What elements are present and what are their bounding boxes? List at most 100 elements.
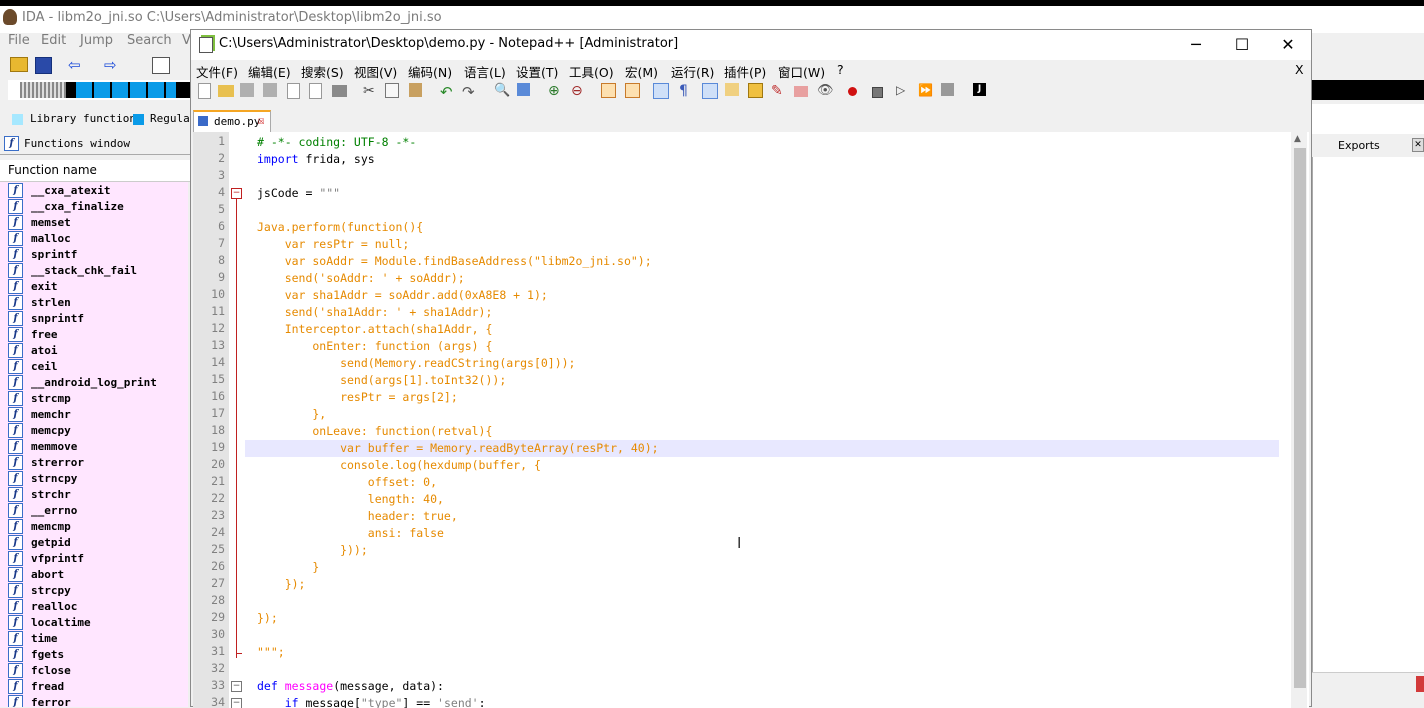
binary-view-icon[interactable] [152,57,170,74]
menu-language[interactable]: 语言(L) [464,62,506,81]
code-line[interactable]: var resPtr = null; [257,236,410,253]
sync-vertical-icon[interactable] [601,83,616,98]
save-all-icon[interactable] [263,83,277,97]
minimize-icon[interactable]: ─ [1173,30,1219,60]
code-line[interactable]: } [257,559,319,576]
menu-help[interactable]: ? [837,62,844,77]
menu-edit[interactable]: 编辑(E) [248,62,291,81]
word-wrap-icon[interactable] [653,83,669,99]
list-item[interactable]: f memset [0,214,188,230]
menu-tools[interactable]: 工具(O) [569,62,614,81]
close-icon[interactable]: ✕ [1412,138,1424,152]
list-item[interactable]: f getpid [0,534,188,550]
code-line[interactable]: })); [257,542,368,559]
redo-icon[interactable]: ↷ [462,83,478,101]
code-line[interactable]: def message(message, data): [257,678,444,695]
list-item[interactable]: f realloc [0,598,188,614]
list-item[interactable]: f strlen [0,294,188,310]
function-list-icon[interactable]: ✎ [771,83,787,99]
code-line[interactable]: jsCode = """ [257,185,340,202]
code-line[interactable]: var sha1Addr = soAddr.add(0xA8E8 + 1); [257,287,548,304]
maximize-icon[interactable]: ☐ [1219,30,1265,60]
functions-window-tab[interactable]: f Functions window [0,134,190,155]
list-item[interactable]: f exit [0,278,188,294]
back-arrow-icon[interactable]: ⇦ [68,56,81,74]
code-line[interactable]: send(Memory.readCString(args[0])); [257,355,575,372]
menu-file[interactable]: 文件(F) [196,62,238,81]
list-item[interactable]: f strcpy [0,582,188,598]
list-item[interactable]: f fread [0,678,188,694]
code-line[interactable]: }); [257,610,278,627]
code-area[interactable]: # -*- coding: UTF-8 -*- import frida, sys… [245,132,1291,708]
list-item[interactable]: f sprintf [0,246,188,262]
new-file-icon[interactable] [198,83,211,99]
forward-arrow-icon[interactable]: ⇨ [104,56,117,74]
list-item[interactable]: f __stack_chk_fail [0,262,188,278]
close-icon[interactable] [1416,676,1424,692]
code-line[interactable]: onEnter: function (args) { [257,338,492,355]
list-item[interactable]: f strncpy [0,470,188,486]
save-icon[interactable] [35,57,52,74]
fold-toggle-icon[interactable]: − [231,681,242,692]
code-line[interactable]: length: 40, [257,491,444,508]
code-editor[interactable]: 1 2 3 4 5 6 7 8 9 10 11 12 13 14 15 16 17 18 19 20 21 22 23 24 2… [193,132,1309,708]
list-item[interactable]: f memcpy [0,422,188,438]
list-item[interactable]: f strcmp [0,390,188,406]
code-line[interactable]: send('soAddr: ' + soAddr); [257,270,465,287]
record-macro-icon[interactable] [848,87,857,96]
list-item[interactable]: f atoi [0,342,188,358]
code-line[interactable]: """; [257,644,285,661]
code-line[interactable]: var buffer = Memory.readByteArray(resPtr… [257,440,659,457]
code-line[interactable]: Interceptor.attach(sha1Addr, { [257,321,493,338]
doc-map-icon[interactable] [748,83,763,98]
menu-plugins[interactable]: 插件(P) [724,62,766,81]
fold-margin[interactable]: − − − [229,132,245,708]
tab-demo-py[interactable]: demo.py ☒ [193,110,271,132]
code-line[interactable]: send(args[1].toInt32()); [257,372,506,389]
monitoring-icon[interactable]: 👁 [817,83,834,99]
function-name-column-header[interactable]: Function name [0,160,190,182]
copy-icon[interactable] [385,83,399,98]
list-item[interactable]: f fgets [0,646,188,662]
list-item[interactable]: f free [0,326,188,342]
list-item[interactable]: f __errno [0,502,188,518]
open-file-icon[interactable] [218,85,234,97]
open-folder-icon[interactable] [10,57,28,72]
code-line[interactable]: import frida, sys [257,151,375,168]
print-icon[interactable] [332,85,347,97]
code-line[interactable]: send('sha1Addr: ' + sha1Addr); [257,304,493,321]
close-tab-icon[interactable]: ☒ [258,114,265,127]
code-line[interactable]: if message["type"] == 'send': [257,695,486,708]
menu-run[interactable]: 运行(R) [671,62,714,81]
list-item[interactable]: f memchr [0,406,188,422]
close-document-button[interactable]: X [1295,62,1304,77]
code-line[interactable]: onLeave: function(retval){ [257,423,492,440]
ida-menu-edit[interactable]: Edit [41,33,66,48]
menu-settings[interactable]: 设置(T) [516,62,558,81]
code-line[interactable]: Java.perform(function(){ [257,219,423,236]
ida-menu-search[interactable]: Search [127,33,172,48]
indent-guide-icon[interactable] [702,83,718,99]
folder-workspace-icon[interactable] [794,86,808,97]
list-item[interactable]: f vfprintf [0,550,188,566]
list-item[interactable]: f time [0,630,188,646]
fold-toggle-icon[interactable]: − [231,188,242,199]
code-line[interactable]: header: true, [257,508,458,525]
close-icon[interactable]: ✕ [1265,30,1311,60]
list-item[interactable]: f malloc [0,230,188,246]
save-icon[interactable] [240,83,254,97]
menu-encoding[interactable]: 编码(N) [408,62,452,81]
list-item[interactable]: f ceil [0,358,188,374]
ida-navigation-band[interactable] [8,80,190,100]
ida-menu-jump[interactable]: Jump [80,33,113,48]
list-item[interactable]: f fclose [0,662,188,678]
code-line[interactable]: resPtr = args[2]; [257,389,458,406]
paste-icon[interactable] [409,83,422,97]
cut-icon[interactable]: ✂ [363,83,379,99]
code-line[interactable]: }, [257,406,326,423]
list-item[interactable]: f __cxa_atexit [0,182,188,198]
menu-search[interactable]: 搜索(S) [301,62,344,81]
list-item[interactable]: f abort [0,566,188,582]
zoom-out-icon[interactable]: ⊖ [571,83,587,99]
show-all-chars-icon[interactable]: ¶ [679,83,695,99]
